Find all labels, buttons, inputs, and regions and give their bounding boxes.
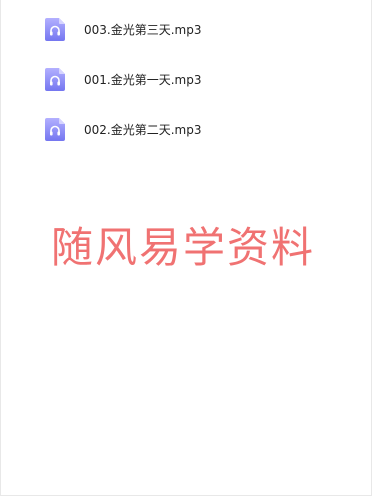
file-item-001[interactable]: 001.金光第一天.mp3 xyxy=(45,67,201,91)
file-name: 003.金光第三天.mp3 xyxy=(84,22,202,37)
watermark-text: 随风易学资料 xyxy=(51,223,316,272)
file-item-002[interactable]: 002.金光第二天.mp3 xyxy=(45,117,201,141)
file-name: 002.金光第二天.mp3 xyxy=(84,122,202,137)
audio-file-icon xyxy=(45,67,65,91)
audio-file-icon xyxy=(45,117,65,141)
file-browser-page: 003.金光第三天.mp3 001.金光第一天.mp3 002.金光第二天.mp… xyxy=(0,0,372,496)
file-name: 001.金光第一天.mp3 xyxy=(84,72,202,87)
audio-file-icon xyxy=(45,17,65,41)
file-item-003[interactable]: 003.金光第三天.mp3 xyxy=(45,17,201,41)
